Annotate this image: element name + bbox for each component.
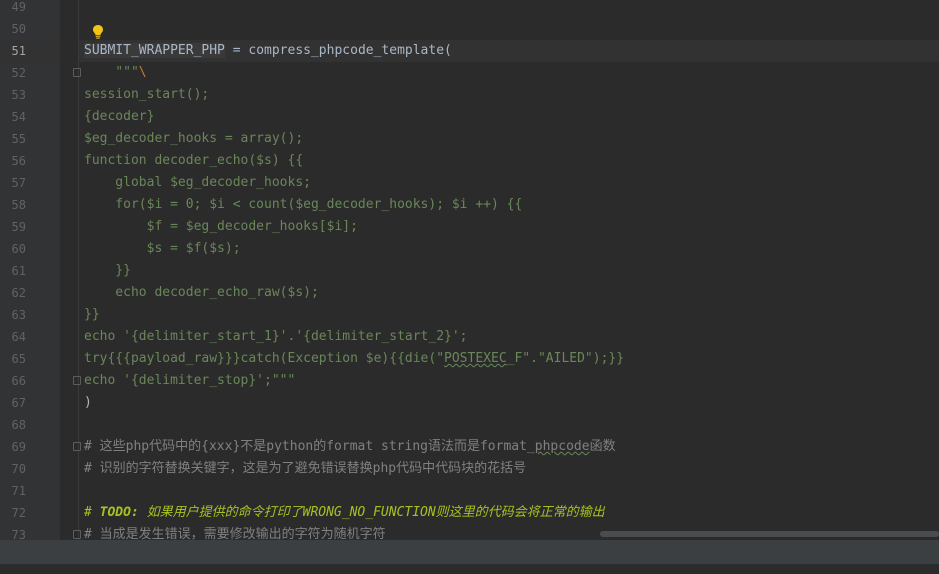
code-line[interactable]: 66 echo '{delimiter_stop}';""" — [0, 370, 939, 392]
code-line[interactable]: 57 global $eg_decoder_hooks; — [0, 172, 939, 194]
code-line[interactable]: 49 — [0, 0, 939, 18]
line-number: 70 — [11, 462, 26, 476]
code-line[interactable]: 60 $s = $f($s); — [0, 238, 939, 260]
line-number: 56 — [11, 154, 26, 168]
code-text[interactable]: $f = $eg_decoder_hooks[$i]; — [84, 216, 358, 238]
code-text[interactable]: }} — [84, 304, 100, 326]
line-number: 55 — [11, 132, 26, 146]
line-number: 61 — [11, 264, 26, 278]
line-number: 49 — [11, 0, 26, 14]
line-number: 57 — [11, 176, 26, 190]
code-line[interactable]: 64 echo '{delimiter_start_1}'.'{delimite… — [0, 326, 939, 348]
line-number: 65 — [11, 352, 26, 366]
spellcheck-underline: phpcode — [534, 439, 590, 454]
line-number: 58 — [11, 198, 26, 212]
line-number: 63 — [11, 308, 26, 322]
line-number: 72 — [11, 506, 26, 520]
line-number: 51 — [11, 44, 26, 58]
code-text[interactable]: $s = $f($s); — [84, 238, 241, 260]
code-line-current[interactable]: 51 SUBMIT_WRAPPER_PHP = compress_phpcode… — [0, 40, 939, 62]
code-text[interactable]: global $eg_decoder_hooks; — [84, 172, 311, 194]
line-number: 69 — [11, 440, 26, 454]
comment-text[interactable]: # 当成是发生错误，需要修改输出的字符为随机字符 — [84, 524, 386, 540]
status-strip — [0, 564, 939, 574]
code-line[interactable]: 52 """\ — [0, 62, 939, 84]
fold-marker-icon[interactable] — [73, 376, 81, 385]
code-line[interactable]: 68 — [0, 414, 939, 436]
code-line[interactable]: 72 # TODO: 如果用户提供的命令打印了WRONG_NO_FUNCTION… — [0, 502, 939, 524]
code-text[interactable]: function decoder_echo($s) {{ — [84, 150, 303, 172]
fold-marker-icon[interactable] — [73, 442, 81, 451]
line-number: 52 — [11, 66, 26, 80]
code-line[interactable]: 62 echo decoder_echo_raw($s); — [0, 282, 939, 304]
line-number: 54 — [11, 110, 26, 124]
line-number: 67 — [11, 396, 26, 410]
code-text[interactable]: for($i = 0; $i < count($eg_decoder_hooks… — [84, 194, 522, 216]
variable-identifier: SUBMIT_WRAPPER_PHP — [84, 43, 225, 58]
code-text[interactable]: ) — [84, 392, 92, 414]
code-line[interactable]: 65 try{{{payload_raw}}}catch(Exception $… — [0, 348, 939, 370]
code-text[interactable]: echo '{delimiter_stop}';""" — [84, 370, 295, 392]
spellcheck-underline: POSTEXEC — [444, 351, 507, 366]
line-number: 73 — [11, 528, 26, 540]
line-number: 68 — [11, 418, 26, 432]
code-line[interactable]: 53 session_start(); — [0, 84, 939, 106]
todo-keyword: TODO: — [99, 505, 139, 520]
line-number: 59 — [11, 220, 26, 234]
line-number: 64 — [11, 330, 26, 344]
code-line[interactable]: 61 }} — [0, 260, 939, 282]
code-editor[interactable]: 49 50 51 SUBMIT_WRAPPER_PHP = compress_p… — [0, 0, 939, 574]
fold-marker-icon[interactable] — [73, 530, 81, 539]
code-text[interactable]: echo '{delimiter_start_1}'.'{delimiter_s… — [84, 326, 468, 348]
comment-text[interactable]: # 识别的字符替换关键字，这是为了避免错误替换php代码中代码块的花括号 — [84, 458, 526, 480]
code-line[interactable]: 50 — [0, 18, 939, 40]
line-number: 66 — [11, 374, 26, 388]
code-text[interactable]: SUBMIT_WRAPPER_PHP = compress_phpcode_te… — [84, 40, 452, 62]
code-text[interactable]: """\ — [84, 62, 146, 84]
line-number: 53 — [11, 88, 26, 102]
line-number: 50 — [11, 22, 26, 36]
code-line[interactable]: 59 $f = $eg_decoder_hooks[$i]; — [0, 216, 939, 238]
code-line[interactable]: 55 $eg_decoder_hooks = array(); — [0, 128, 939, 150]
code-line[interactable]: 67 ) — [0, 392, 939, 414]
horizontal-scrollbar[interactable] — [600, 531, 939, 537]
code-line[interactable]: 71 — [0, 480, 939, 502]
line-number: 60 — [11, 242, 26, 256]
comment-text[interactable]: # 这些php代码中的{xxx}不是python的format string语法… — [84, 436, 616, 458]
editor-bottom-panel — [0, 540, 939, 564]
code-text[interactable]: }} — [84, 260, 131, 282]
code-line[interactable]: 54 {decoder} — [0, 106, 939, 128]
fold-marker-icon[interactable] — [73, 68, 81, 77]
code-line[interactable]: 56 function decoder_echo($s) {{ — [0, 150, 939, 172]
todo-comment[interactable]: # TODO: 如果用户提供的命令打印了WRONG_NO_FUNCTION则这里… — [84, 502, 605, 524]
code-text[interactable]: session_start(); — [84, 84, 209, 106]
code-line[interactable]: 63 }} — [0, 304, 939, 326]
code-text[interactable]: $eg_decoder_hooks = array(); — [84, 128, 303, 150]
code-line[interactable]: 70 # 识别的字符替换关键字，这是为了避免错误替换php代码中代码块的花括号 — [0, 458, 939, 480]
code-text[interactable]: echo decoder_echo_raw($s); — [84, 282, 319, 304]
line-number: 71 — [11, 484, 26, 498]
code-line[interactable]: 69 # 这些php代码中的{xxx}不是python的format strin… — [0, 436, 939, 458]
code-text[interactable]: {decoder} — [84, 106, 154, 128]
line-number: 62 — [11, 286, 26, 300]
lightbulb-icon[interactable] — [92, 24, 104, 40]
code-line[interactable]: 58 for($i = 0; $i < count($eg_decoder_ho… — [0, 194, 939, 216]
code-text[interactable]: try{{{payload_raw}}}catch(Exception $e){… — [84, 348, 624, 370]
